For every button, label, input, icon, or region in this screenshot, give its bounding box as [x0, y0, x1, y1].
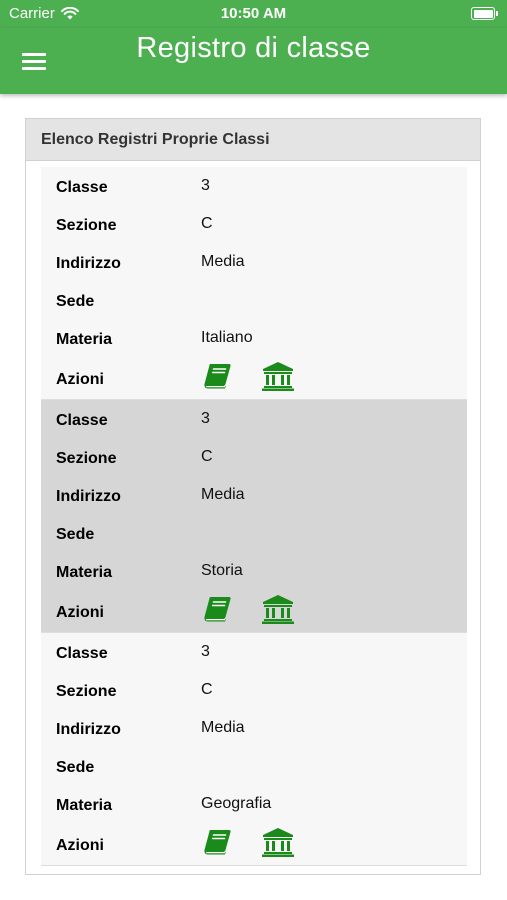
value-indirizzo: Media — [201, 719, 245, 736]
row-classe: Classe 3 — [41, 400, 467, 438]
value-materia: Geografia — [201, 795, 272, 812]
status-time: 10:50 AM — [220, 5, 287, 22]
registers-card: Elenco Registri Proprie Classi Classe 3 … — [25, 118, 481, 875]
row-indirizzo: Indirizzo Media — [41, 243, 467, 281]
register-record: Classe 3 Sezione C Indirizzo Media Sede … — [41, 167, 467, 400]
label-classe: Classe — [56, 412, 108, 429]
label-indirizzo: Indirizzo — [56, 721, 121, 738]
value-sezione: C — [201, 215, 213, 232]
value-indirizzo: Media — [201, 486, 245, 503]
label-sezione: Sezione — [56, 217, 117, 234]
row-materia: Materia Italiano — [41, 319, 467, 357]
card-header: Elenco Registri Proprie Classi — [26, 119, 480, 161]
value-indirizzo: Media — [201, 253, 245, 270]
book-icon[interactable] — [201, 594, 235, 624]
records-list: Classe 3 Sezione C Indirizzo Media Sede … — [41, 167, 467, 866]
register-record: Classe 3 Sezione C Indirizzo Media Sede … — [41, 400, 467, 633]
value-classe: 3 — [201, 643, 210, 660]
value-materia: Storia — [201, 562, 243, 579]
book-icon[interactable] — [201, 361, 235, 391]
label-materia: Materia — [56, 331, 113, 348]
book-icon[interactable] — [201, 827, 235, 857]
row-materia: Materia Storia — [41, 552, 467, 590]
row-classe: Classe 3 — [41, 633, 467, 671]
label-sezione: Sezione — [56, 450, 117, 467]
label-classe: Classe — [56, 179, 108, 196]
action-icons — [201, 594, 295, 624]
label-azioni: Azioni — [56, 837, 104, 854]
row-sede: Sede — [41, 514, 467, 552]
label-sede: Sede — [56, 526, 95, 543]
label-materia: Materia — [56, 797, 113, 814]
row-indirizzo: Indirizzo Media — [41, 476, 467, 514]
label-classe: Classe — [56, 645, 108, 662]
institution-icon[interactable] — [261, 827, 295, 857]
value-sezione: C — [201, 448, 213, 465]
label-sede: Sede — [56, 759, 95, 776]
row-sezione: Sezione C — [41, 205, 467, 243]
page-title: Registro di classe — [136, 32, 371, 64]
row-materia: Materia Geografia — [41, 785, 467, 823]
row-sede: Sede — [41, 281, 467, 319]
label-azioni: Azioni — [56, 371, 104, 388]
label-sede: Sede — [56, 293, 95, 310]
row-azioni: Azioni — [41, 590, 467, 633]
row-sede: Sede — [41, 747, 467, 785]
nav-bar: Registro di classe — [0, 28, 507, 94]
action-icons — [201, 827, 295, 857]
label-materia: Materia — [56, 564, 113, 581]
status-bar: Carrier 10:50 AM — [0, 0, 507, 28]
value-sezione: C — [201, 681, 213, 698]
row-sezione: Sezione C — [41, 438, 467, 476]
battery-icon — [471, 7, 498, 20]
label-sezione: Sezione — [56, 683, 117, 700]
value-classe: 3 — [201, 177, 210, 194]
label-azioni: Azioni — [56, 604, 104, 621]
value-materia: Italiano — [201, 329, 253, 346]
row-indirizzo: Indirizzo Media — [41, 709, 467, 747]
register-record: Classe 3 Sezione C Indirizzo Media Sede … — [41, 633, 467, 866]
row-azioni: Azioni — [41, 357, 467, 400]
row-azioni: Azioni — [41, 823, 467, 866]
institution-icon[interactable] — [261, 361, 295, 391]
label-indirizzo: Indirizzo — [56, 255, 121, 272]
value-classe: 3 — [201, 410, 210, 427]
row-classe: Classe 3 — [41, 167, 467, 205]
label-indirizzo: Indirizzo — [56, 488, 121, 505]
institution-icon[interactable] — [261, 594, 295, 624]
row-sezione: Sezione C — [41, 671, 467, 709]
action-icons — [201, 361, 295, 391]
